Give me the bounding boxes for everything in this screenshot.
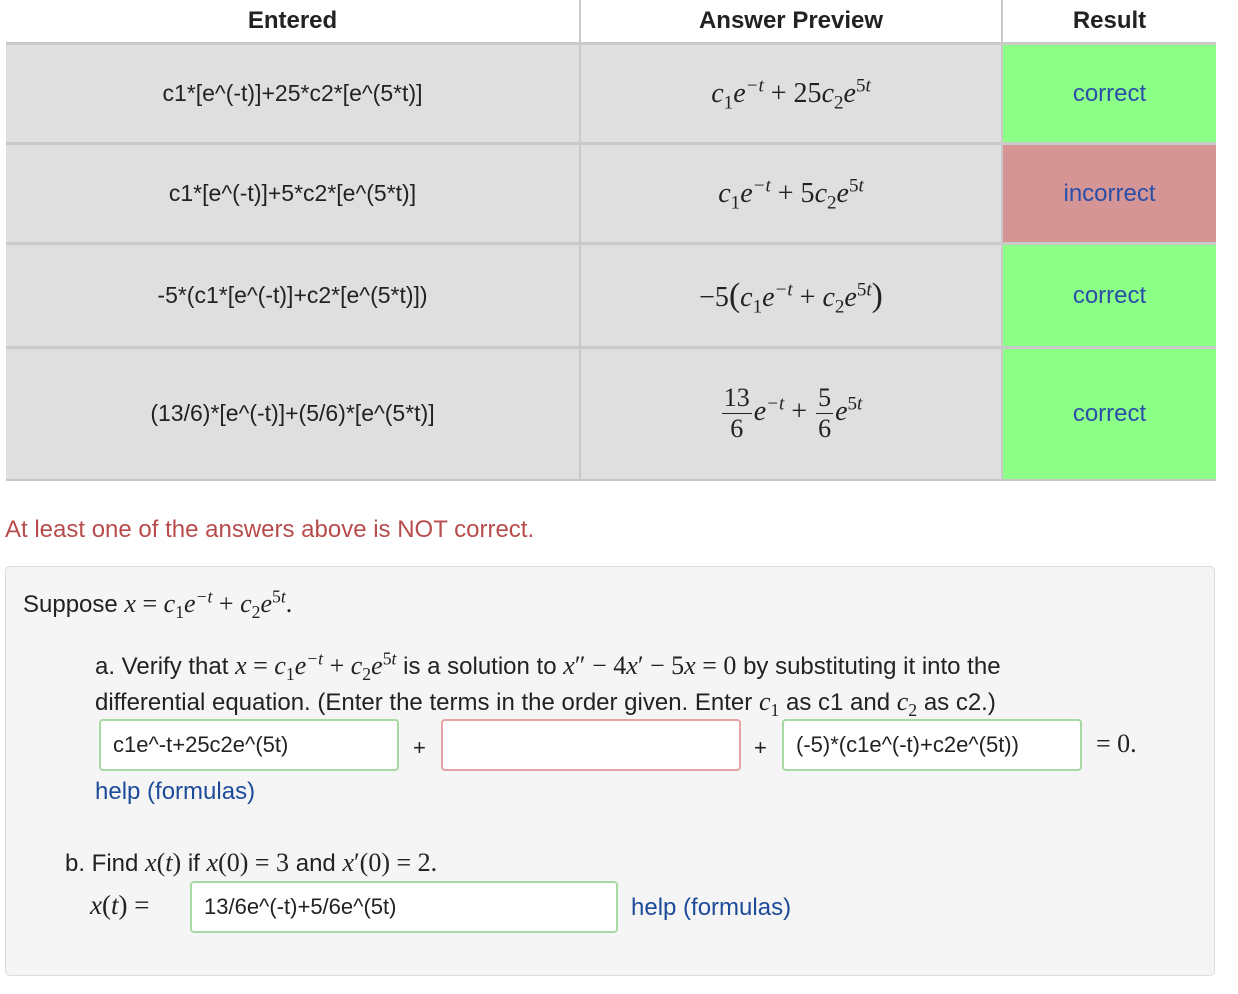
problem-panel: Suppose x = c1e−t + c2e5t. a. Verify tha… [5,566,1215,976]
table-row: -5*(c1*[e^(-t)]+c2*[e^(5*t)]) −5(c1e−t +… [6,242,1216,348]
entered-cell: (13/6)*[e^(-t)]+(5/6)*[e^(5*t)] [6,346,581,480]
x-of-t-label: x(t) = [90,890,150,920]
problem-intro: Suppose x = c1e−t + c2e5t. [23,586,293,623]
preview-cell: c1e−t + 25c2e5t [580,42,1003,144]
term2-input[interactable] [441,719,741,771]
result-cell: correct [1002,242,1216,348]
entered-cell: c1*[e^(-t)]+25*c2*[e^(5*t)] [6,42,581,144]
header-entered: Entered [6,0,581,44]
term3-input[interactable] [782,719,1082,771]
solution-input[interactable] [190,881,618,933]
preview-cell: 13 6 e−t + 5 6 e5t [580,346,1003,480]
result-cell: correct [1002,346,1216,480]
help-formulas-link[interactable]: help (formulas) [631,894,791,922]
help-formulas-link[interactable]: help (formulas) [95,778,255,806]
results-table: Entered Answer Preview Result c1*[e^(-t)… [6,0,1216,481]
part-a-instructions: differential equation. (Enter the terms … [95,687,996,721]
equals-zero: = 0. [1096,729,1137,758]
header-answer-preview: Answer Preview [580,0,1003,44]
entered-cell: -5*(c1*[e^(-t)]+c2*[e^(5*t)]) [6,242,581,348]
result-cell: incorrect [1002,142,1216,244]
term1-input[interactable] [99,719,399,771]
preview-cell: −5(c1e−t + c2e5t) [580,242,1003,348]
entered-cell: c1*[e^(-t)]+5*c2*[e^(5*t)] [6,142,581,244]
table-row: c1*[e^(-t)]+25*c2*[e^(5*t)] c1e−t + 25c2… [6,42,1216,144]
plus-sign: + [754,735,767,760]
preview-cell: c1e−t + 5c2e5t [580,142,1003,244]
header-result: Result [1002,0,1216,44]
result-cell: correct [1002,42,1216,144]
part-a-statement: a. Verify that x = c1e−t + c2e5t is a so… [95,648,1001,685]
warning-message: At least one of the answers above is NOT… [5,516,535,543]
plus-sign: + [413,735,426,760]
part-b-statement: b. Find x(t) if x(0) = 3 and x′(0) = 2. [65,848,438,877]
table-row: (13/6)*[e^(-t)]+(5/6)*[e^(5*t)] 13 6 e−t +… [6,346,1216,480]
table-row: c1*[e^(-t)]+5*c2*[e^(5*t)] c1e−t + 5c2e5… [6,142,1216,244]
